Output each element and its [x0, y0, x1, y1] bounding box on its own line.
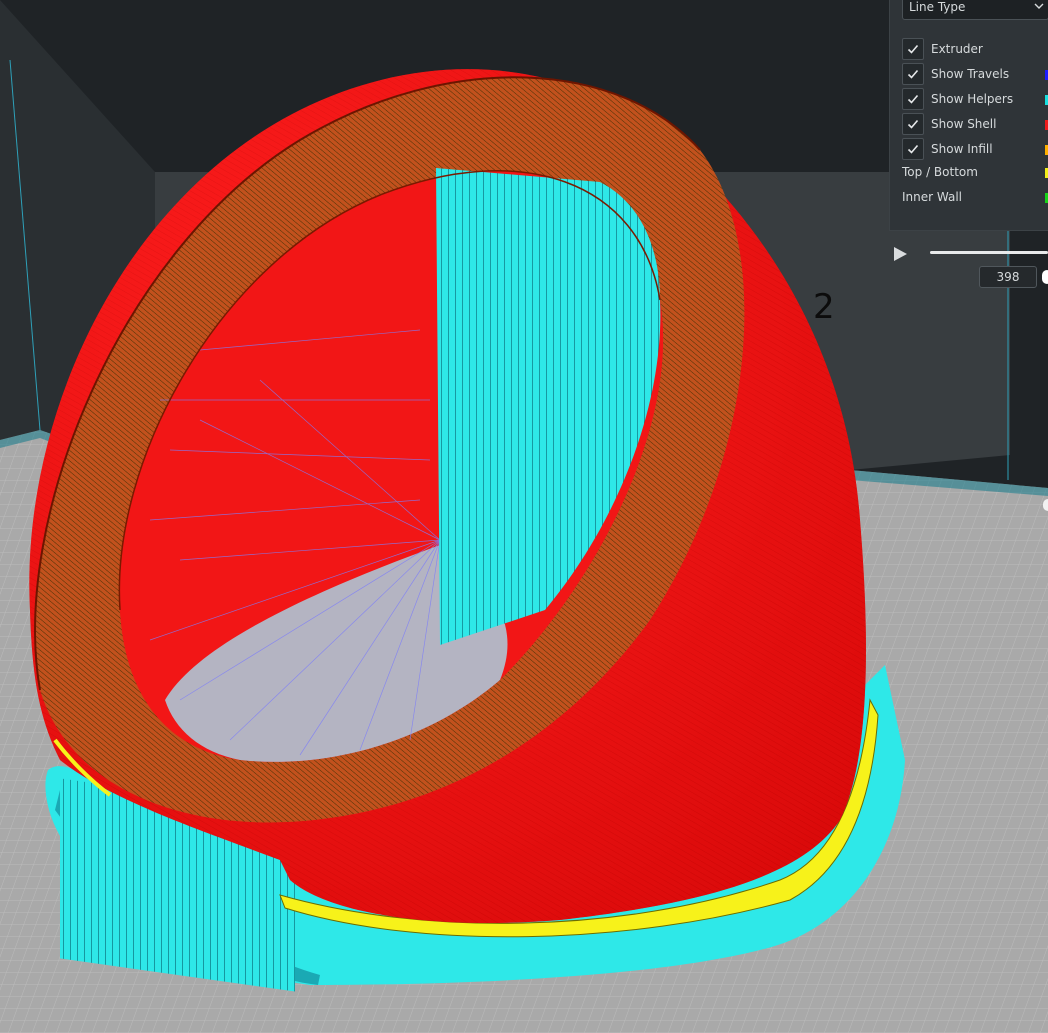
checkbox-show-shell[interactable]	[902, 113, 924, 135]
check-icon	[907, 69, 919, 79]
view-type-select[interactable]: Line Type	[902, 0, 1048, 20]
legend-row-inner-wall: Inner Wall	[902, 186, 1048, 208]
legend-label: Inner Wall	[902, 190, 962, 204]
check-icon	[907, 144, 919, 154]
checkbox-row-show-helpers[interactable]: Show Helpers	[902, 88, 1048, 110]
checkbox-label: Show Infill	[931, 142, 993, 156]
checkbox-label: Show Shell	[931, 117, 997, 131]
check-icon	[907, 44, 919, 54]
layer-slider-handle[interactable]	[1042, 270, 1048, 284]
play-icon[interactable]	[892, 246, 908, 262]
view-type-value: Line Type	[909, 0, 966, 14]
checkbox-label: Show Travels	[931, 67, 1010, 81]
checkbox-extruder[interactable]	[902, 38, 924, 60]
object-label: 2	[813, 287, 835, 327]
checkbox-show-travels[interactable]	[902, 63, 924, 85]
layer-playback: 398	[889, 238, 1048, 298]
layer-number-input[interactable]: 398	[979, 266, 1037, 288]
checkbox-row-extruder[interactable]: Extruder	[902, 38, 1048, 60]
checkbox-show-helpers[interactable]	[902, 88, 924, 110]
checkbox-row-show-infill[interactable]: Show Infill	[902, 138, 1048, 160]
view-settings-panel: Line Type Extruder Show Travels Show Hel…	[889, 0, 1048, 231]
check-icon	[907, 94, 919, 104]
legend-row-top-bottom: Top / Bottom	[902, 161, 1048, 183]
checkbox-label: Extruder	[931, 42, 983, 56]
checkbox-show-infill[interactable]	[902, 138, 924, 160]
checkbox-row-show-shell[interactable]: Show Shell	[902, 113, 1048, 135]
check-icon	[907, 119, 919, 129]
layer-range-handle[interactable]	[1043, 499, 1048, 511]
legend-label: Top / Bottom	[902, 165, 978, 179]
checkbox-label: Show Helpers	[931, 92, 1014, 106]
checkbox-row-show-travels[interactable]: Show Travels	[902, 63, 1048, 85]
layer-path-slider[interactable]	[930, 251, 1048, 254]
chevron-down-icon	[1034, 3, 1044, 9]
